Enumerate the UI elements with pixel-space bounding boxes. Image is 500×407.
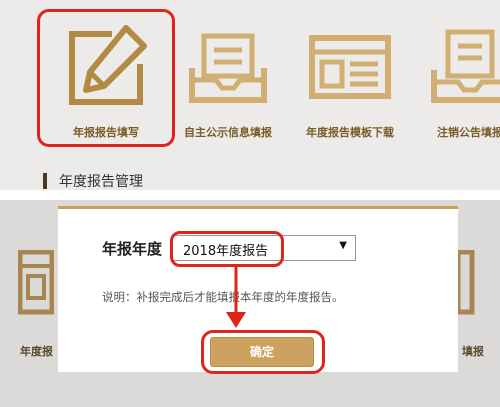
red-arrow-icon xyxy=(226,266,246,328)
